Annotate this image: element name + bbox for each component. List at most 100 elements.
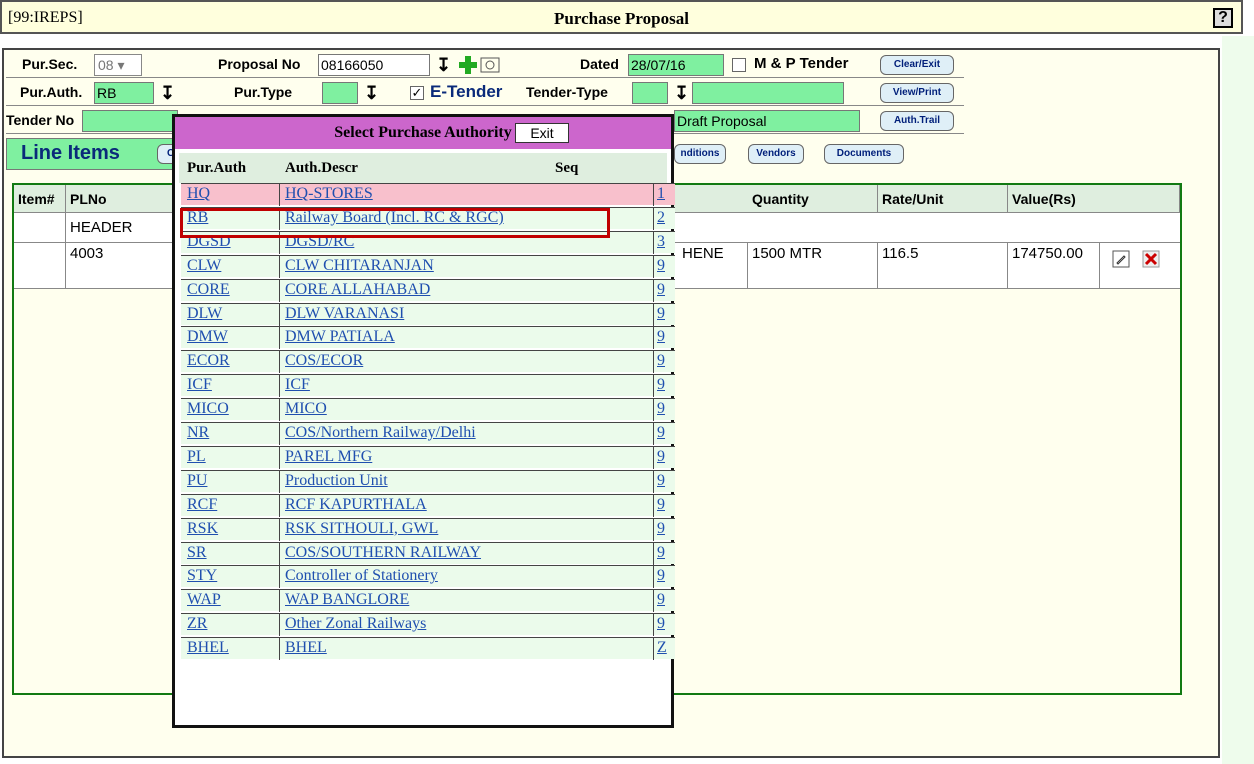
pur-type-field[interactable]	[322, 82, 358, 104]
authority-code-link[interactable]: BHEL	[187, 639, 229, 657]
authority-descr-link[interactable]: CORE ALLAHABAD	[285, 281, 430, 299]
authority-code-link[interactable]: ZR	[187, 615, 207, 633]
authority-row-sty[interactable]: STY Controller of Stationery 9	[181, 565, 675, 589]
view-icon[interactable]	[480, 55, 500, 75]
proposal-no-field[interactable]: 08166050	[318, 54, 430, 76]
authority-row-bhel[interactable]: BHEL BHEL Z	[181, 637, 675, 661]
dated-field[interactable]: 28/07/16	[628, 54, 724, 76]
authority-seq-link[interactable]: 9	[657, 567, 665, 585]
edit-icon[interactable]	[1112, 250, 1130, 268]
authority-code-link[interactable]: RSK	[187, 520, 218, 538]
authority-seq-link[interactable]: 9	[657, 591, 665, 609]
line-items-tab[interactable]: Line Items Cl	[6, 138, 187, 170]
authority-code-link[interactable]: STY	[187, 567, 217, 585]
clear-exit-button[interactable]: Clear/Exit	[880, 55, 954, 75]
documents-button[interactable]: Documents	[824, 144, 904, 164]
authority-code-link[interactable]: ECOR	[187, 352, 230, 370]
authority-code-link[interactable]: SR	[187, 544, 207, 562]
authority-code-link[interactable]: WAP	[187, 591, 221, 609]
authority-code-link[interactable]: PL	[187, 448, 206, 466]
pur-type-lookup-icon[interactable]: ↧	[364, 84, 379, 102]
authority-row-dmw[interactable]: DMW DMW PATIALA 9	[181, 326, 675, 350]
authority-row-ecor[interactable]: ECOR COS/ECOR 9	[181, 350, 675, 374]
authority-row-dlw[interactable]: DLW DLW VARANASI 9	[181, 302, 675, 326]
authority-code-link[interactable]: CLW	[187, 257, 221, 275]
mp-tender-checkbox[interactable]	[732, 58, 746, 72]
authority-descr-link[interactable]: CLW CHITARANJAN	[285, 257, 434, 275]
authority-row-sr[interactable]: SR COS/SOUTHERN RAILWAY 9	[181, 541, 675, 565]
pur-auth-field[interactable]: RB	[94, 82, 154, 104]
download-icon[interactable]: ↧	[436, 56, 451, 74]
authority-seq-link[interactable]: 2	[657, 209, 665, 227]
popup-exit-button[interactable]: Exit	[515, 123, 569, 143]
conditions-button[interactable]: nditions	[674, 144, 726, 164]
authority-descr-link[interactable]: ICF	[285, 376, 310, 394]
add-icon[interactable]	[458, 55, 478, 75]
authority-descr-link[interactable]: PAREL MFG	[285, 448, 372, 466]
authority-code-link[interactable]: HQ	[187, 185, 210, 203]
authority-descr-link[interactable]: RSK SITHOULI, GWL	[285, 520, 438, 538]
authority-row-nr[interactable]: NR COS/Northern Railway/Delhi 9	[181, 422, 675, 445]
authority-descr-link[interactable]: DMW PATIALA	[285, 328, 395, 346]
authority-seq-link[interactable]: 9	[657, 376, 665, 394]
authority-row-zr[interactable]: ZR Other Zonal Railways 9	[181, 613, 675, 637]
authority-row-icf[interactable]: ICF ICF 9	[181, 374, 675, 398]
authority-code-link[interactable]: ICF	[187, 376, 212, 394]
delete-icon[interactable]	[1142, 250, 1160, 268]
etender-checkbox[interactable]: ✓	[410, 86, 424, 100]
authority-seq-link[interactable]: 9	[657, 328, 665, 346]
authority-seq-link[interactable]: 9	[657, 257, 665, 275]
authority-seq-link[interactable]: 9	[657, 424, 665, 442]
authority-descr-link[interactable]: Other Zonal Railways	[285, 615, 426, 633]
authority-descr-link[interactable]: HQ-STORES	[285, 185, 373, 203]
authority-seq-link[interactable]: 9	[657, 281, 665, 299]
tender-type-lookup-icon[interactable]: ↧	[674, 84, 689, 102]
authority-code-link[interactable]: MICO	[187, 400, 229, 418]
tender-no-field[interactable]	[82, 110, 178, 132]
authority-row-core[interactable]: CORE CORE ALLAHABAD 9	[181, 278, 675, 302]
tender-type-field[interactable]	[632, 82, 668, 104]
authority-seq-link[interactable]: 9	[657, 472, 665, 490]
authority-code-link[interactable]: PU	[187, 472, 207, 490]
authority-descr-link[interactable]: DLW VARANASI	[285, 305, 404, 323]
authority-seq-link[interactable]: 9	[657, 352, 665, 370]
authority-code-link[interactable]: NR	[187, 424, 209, 442]
pur-auth-lookup-icon[interactable]: ↧	[160, 84, 175, 102]
authority-seq-link[interactable]: 9	[657, 496, 665, 514]
authority-descr-link[interactable]: MICO	[285, 400, 327, 418]
authority-descr-link[interactable]: COS/Northern Railway/Delhi	[285, 424, 476, 442]
authority-row-wap[interactable]: WAP WAP BANGLORE 9	[181, 589, 675, 613]
auth-trail-button[interactable]: Auth.Trail	[880, 111, 954, 131]
authority-seq-link[interactable]: 9	[657, 305, 665, 323]
authority-descr-link[interactable]: Production Unit	[285, 472, 388, 490]
help-icon[interactable]: ?	[1213, 8, 1233, 28]
vendors-button[interactable]: Vendors	[748, 144, 804, 164]
authority-code-link[interactable]: DLW	[187, 305, 222, 323]
authority-row-clw[interactable]: CLW CLW CHITARANJAN 9	[181, 254, 675, 278]
pur-sec-select[interactable]: 08 ▾	[94, 54, 142, 76]
authority-row-pu[interactable]: PU Production Unit 9	[181, 469, 675, 493]
authority-row-pl[interactable]: PL PAREL MFG 9	[181, 445, 675, 469]
authority-code-link[interactable]: RCF	[187, 496, 217, 514]
authority-seq-link[interactable]: Z	[657, 639, 667, 657]
authority-descr-link[interactable]: Controller of Stationery	[285, 567, 438, 585]
authority-descr-link[interactable]: COS/SOUTHERN RAILWAY	[285, 544, 481, 562]
authority-code-link[interactable]: DMW	[187, 328, 228, 346]
authority-seq-link[interactable]: 3	[657, 233, 665, 251]
authority-row-rsk[interactable]: RSK RSK SITHOULI, GWL 9	[181, 517, 675, 541]
authority-descr-link[interactable]: BHEL	[285, 639, 327, 657]
authority-seq-link[interactable]: 1	[657, 185, 665, 203]
authority-descr-link[interactable]: WAP BANGLORE	[285, 591, 409, 609]
authority-row-rcf[interactable]: RCF RCF KAPURTHALA 9	[181, 493, 675, 517]
authority-seq-link[interactable]: 9	[657, 544, 665, 562]
authority-seq-link[interactable]: 9	[657, 400, 665, 418]
authority-descr-link[interactable]: RCF KAPURTHALA	[285, 496, 427, 514]
authority-row-hq[interactable]: HQ HQ-STORES 1	[181, 183, 675, 206]
view-print-button[interactable]: View/Print	[880, 83, 954, 103]
authority-descr-link[interactable]: COS/ECOR	[285, 352, 363, 370]
authority-seq-link[interactable]: 9	[657, 615, 665, 633]
authority-seq-link[interactable]: 9	[657, 520, 665, 538]
authority-seq-link[interactable]: 9	[657, 448, 665, 466]
authority-row-mico[interactable]: MICO MICO 9	[181, 398, 675, 422]
authority-code-link[interactable]: CORE	[187, 281, 230, 299]
